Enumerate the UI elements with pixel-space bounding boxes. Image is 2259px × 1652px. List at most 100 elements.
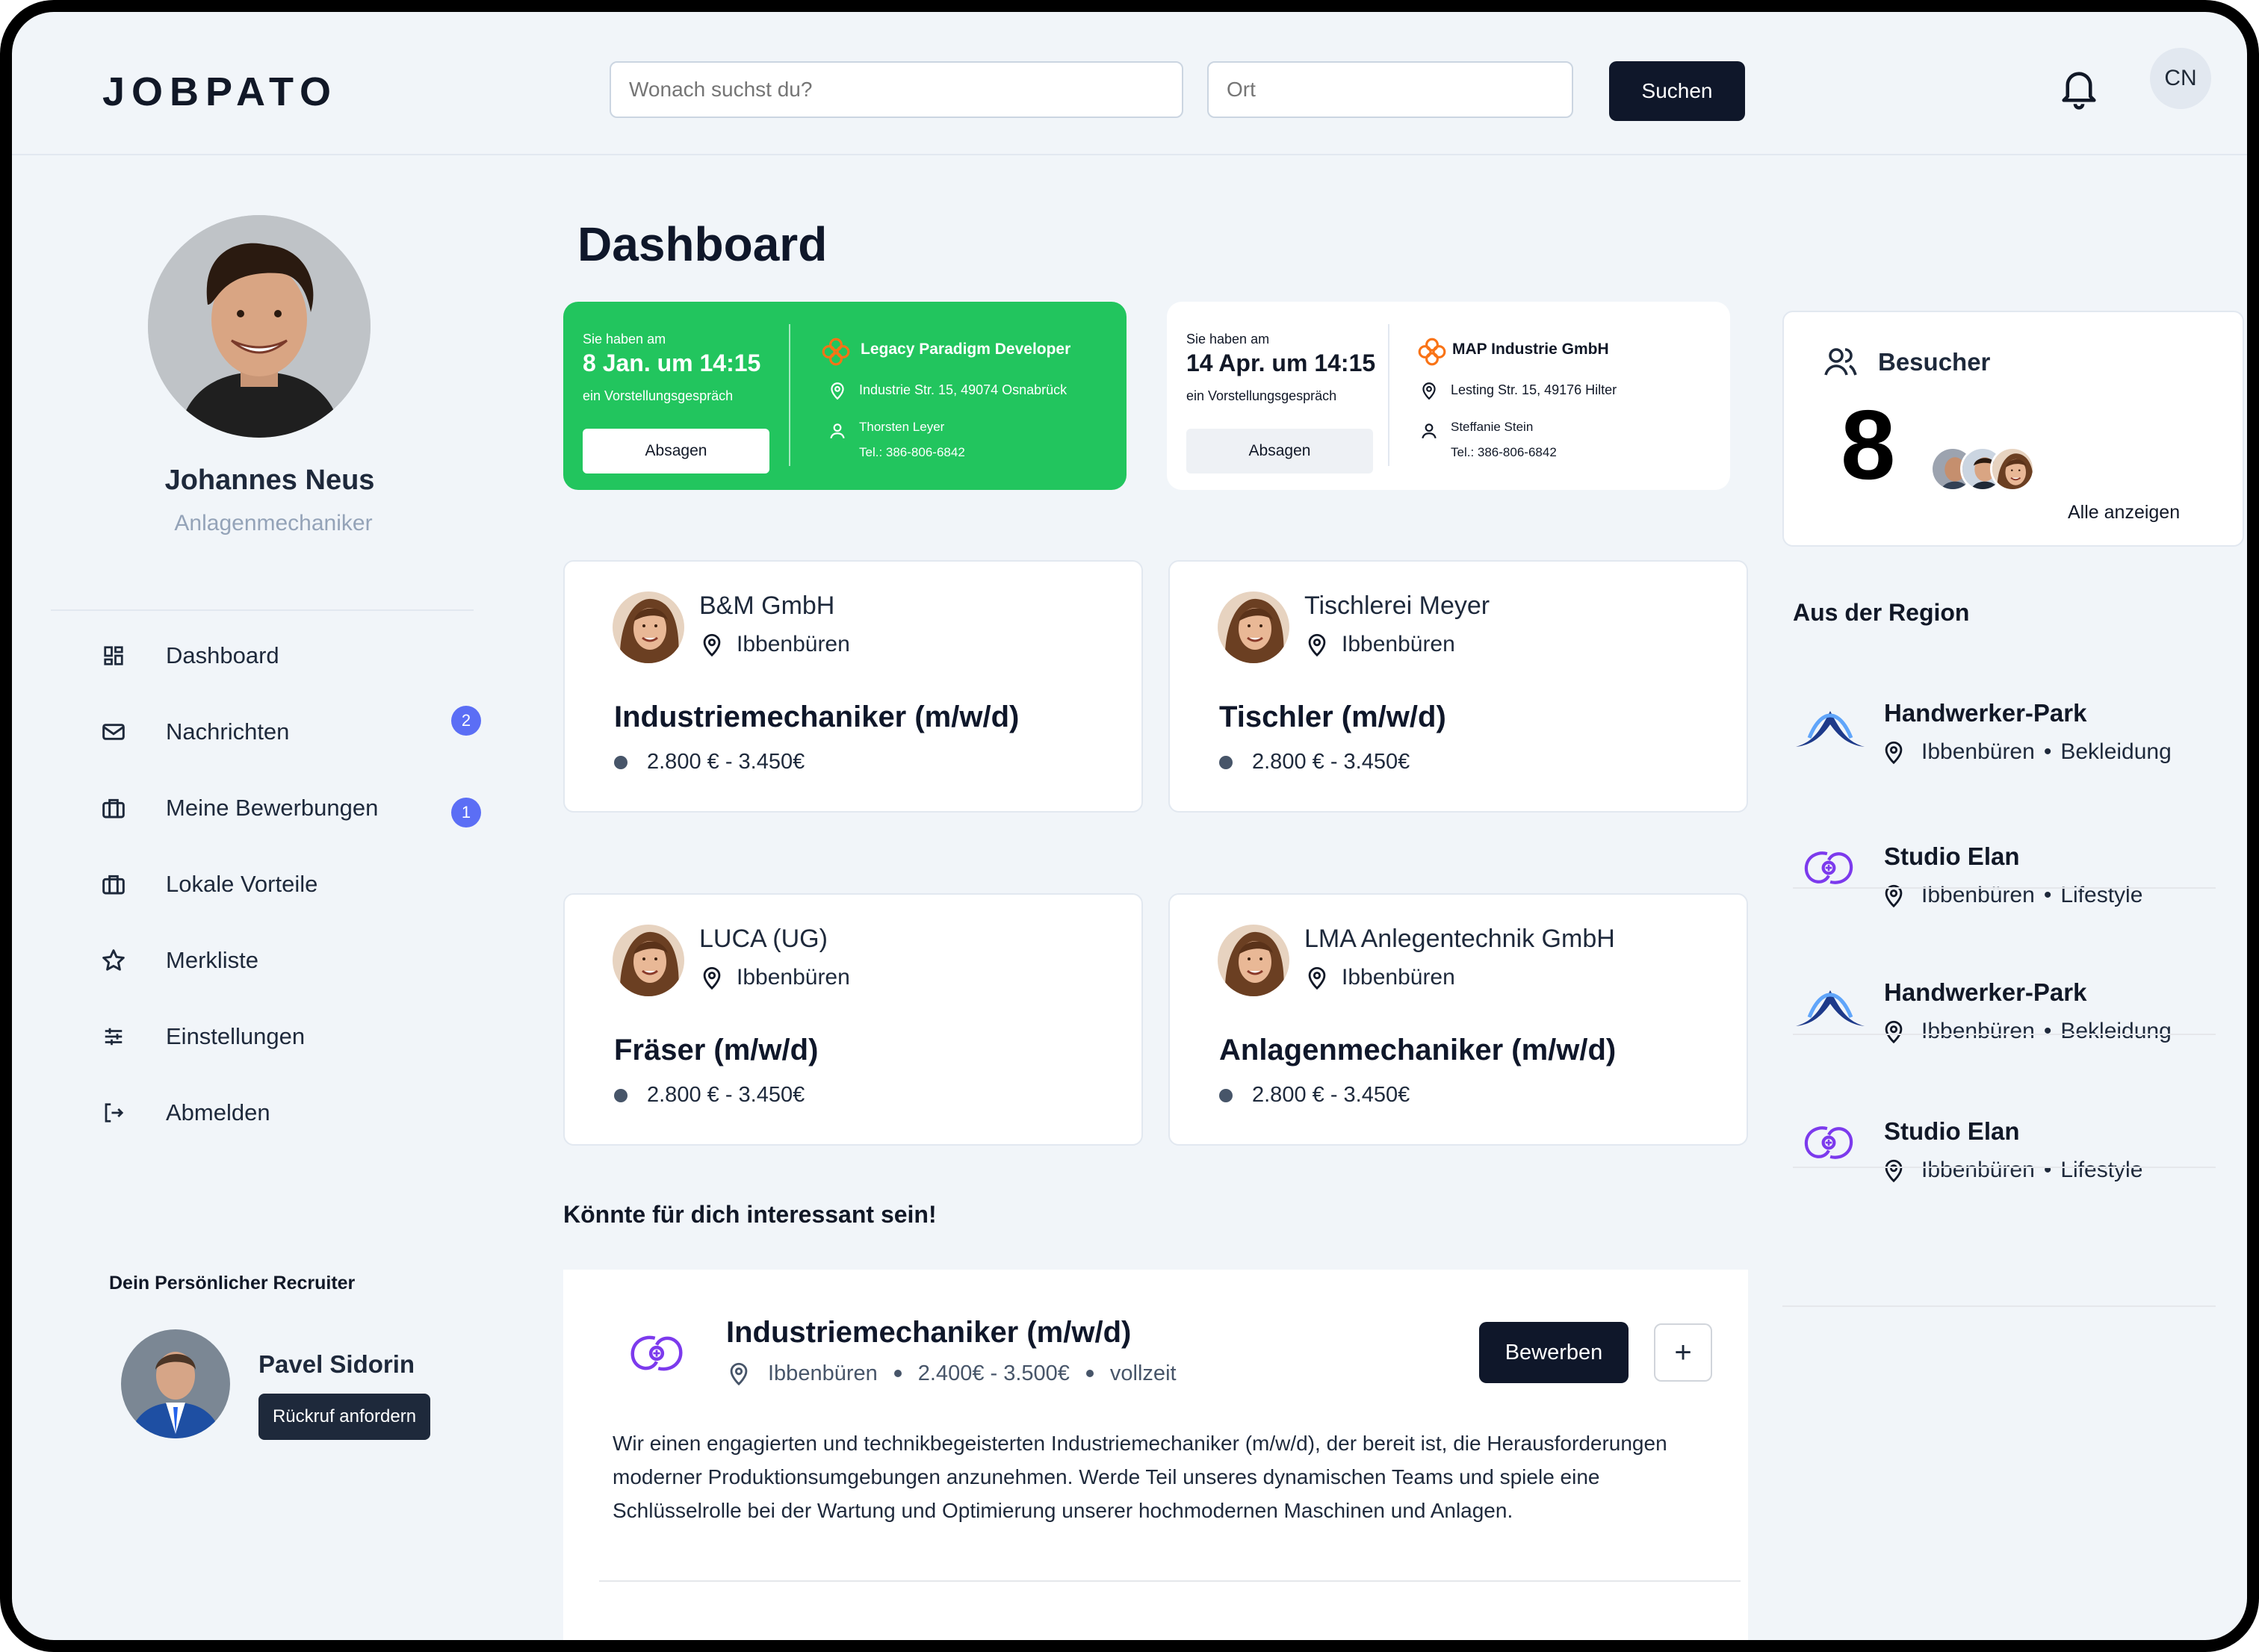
company-avatar <box>1218 591 1289 663</box>
job-card[interactable]: LMA Anlegentechnik GmbH Ibbenbüren Anlag… <box>1168 893 1748 1146</box>
add-to-list-button[interactable]: + <box>1654 1323 1712 1382</box>
job-card[interactable]: B&M GmbH Ibbenbüren Industriemechaniker … <box>563 560 1143 813</box>
job-location-text: Ibbenbüren <box>737 965 850 990</box>
region-item[interactable]: Handwerker-Park Ibbenbüren • Bekleidung <box>1793 969 2241 1089</box>
sidebar-item-bewerbungen[interactable]: Meine Bewerbungen <box>99 786 378 830</box>
job-company: LUCA (UG) <box>699 925 828 953</box>
interview-subtitle: ein Vorstellungsgespräch <box>583 388 734 403</box>
job-location: Ibbenbüren <box>699 965 850 990</box>
interview-card: Sie haben am 8 Jan. um 14:15 ein Vorstel… <box>563 302 1127 490</box>
region-item-location: Ibbenbüren <box>1921 1158 2035 1182</box>
logout-icon <box>99 1098 128 1128</box>
logo[interactable]: JOBPATO <box>102 69 338 115</box>
cancel-interview-button[interactable]: Absagen <box>583 429 769 473</box>
sidebar-item-merkliste[interactable]: Merkliste <box>99 938 258 983</box>
request-callback-button[interactable]: Rückruf anfordern <box>258 1394 430 1440</box>
job-salary-text: 2.800 € - 3.450€ <box>1252 750 1410 774</box>
bullet-dot <box>893 1370 902 1377</box>
person-icon <box>1419 421 1439 441</box>
region-item-name: Handwerker-Park <box>1884 978 2087 1006</box>
job-card[interactable]: LUCA (UG) Ibbenbüren Fräser (m/w/d) 2.80… <box>563 893 1143 1146</box>
region-item[interactable]: Handwerker-Park Ibbenbüren • Bekleidung <box>1793 690 2241 810</box>
region-item-location: Ibbenbüren <box>1921 1019 2035 1043</box>
job-salary: 2.800 € - 3.450€ <box>614 750 805 774</box>
company-logo-icon <box>1797 1119 1860 1167</box>
interview-date: 14 Apr. um 14:15 <box>1186 350 1376 376</box>
job-location: Ibbenbüren <box>1304 632 1455 657</box>
featured-salary: 2.400€ - 3.500€ <box>917 1361 1070 1385</box>
interview-date: 8 Jan. um 14:15 <box>583 350 761 376</box>
sidebar-item-einstellungen[interactable]: Einstellungen <box>99 1014 305 1059</box>
sidebar-item-lokale-vorteile[interactable]: Lokale Vorteile <box>99 862 317 907</box>
show-all-link[interactable]: Alle anzeigen <box>2068 502 2180 524</box>
apply-button[interactable]: Bewerben <box>1479 1322 1629 1383</box>
bell-icon[interactable] <box>2056 64 2102 114</box>
location-pin-icon <box>1881 1158 1906 1183</box>
featured-job-title[interactable]: Industriemechaniker (m/w/d) <box>726 1316 1131 1350</box>
region-divider <box>1782 1305 2216 1307</box>
sidebar-item-label: Meine Bewerbungen <box>166 795 379 821</box>
search-button[interactable]: Suchen <box>1609 61 1745 121</box>
interview-address: Lesting Str. 15, 49176 Hilter <box>1451 382 1617 397</box>
region-heading: Aus der Region <box>1793 599 1970 626</box>
location-pin-icon <box>1304 632 1330 657</box>
location-input[interactable] <box>1207 61 1573 118</box>
job-title: Industriemechaniker (m/w/d) <box>614 701 1020 733</box>
profile-role: Anlagenmechaniker <box>174 511 373 535</box>
separator: • <box>2043 1019 2052 1043</box>
app-window: JOBPATO Suchen CN Johannes Neus Anlagenm… <box>0 0 2259 1652</box>
interview-contact: Steffanie Stein <box>1451 420 1534 434</box>
card-divider <box>1388 324 1389 466</box>
section-heading: Könnte für dich interessant sein! <box>563 1201 937 1228</box>
visitors-title: Besucher <box>1878 348 1991 376</box>
region-item-category: Bekleidung <box>2060 739 2172 764</box>
job-salary-text: 2.800 € - 3.450€ <box>647 750 805 774</box>
interview-phone: Tel.: 386-806-6842 <box>1451 445 1557 459</box>
job-salary: 2.800 € - 3.450€ <box>614 1083 805 1108</box>
item-divider <box>1793 887 2216 889</box>
sliders-icon <box>99 1022 128 1052</box>
featured-job-meta: Ibbenbüren 2.400€ - 3.500€ vollzeit <box>726 1361 1177 1386</box>
location-pin-icon <box>1419 381 1439 400</box>
sidebar-item-abmelden[interactable]: Abmelden <box>99 1090 270 1135</box>
sidebar-item-label: Nachrichten <box>166 718 290 745</box>
job-card[interactable]: Tischlerei Meyer Ibbenbüren Tischler (m/… <box>1168 560 1748 813</box>
location-pin-icon <box>699 965 725 990</box>
job-location-text: Ibbenbüren <box>1342 965 1455 990</box>
region-item[interactable]: Studio Elan Ibbenbüren • Lifestyle <box>1793 1108 2241 1228</box>
profile-name: Johannes Neus <box>164 465 375 496</box>
item-divider <box>1793 1034 2216 1035</box>
company-avatar <box>1218 925 1289 996</box>
location-pin-icon <box>1881 739 1906 765</box>
job-location-text: Ibbenbüren <box>737 632 850 656</box>
company-logo-icon <box>1416 336 1448 367</box>
profile-photo[interactable] <box>148 215 371 438</box>
company-logo-icon <box>623 1328 690 1379</box>
job-salary: 2.800 € - 3.450€ <box>1219 750 1410 774</box>
region-item-meta: Ibbenbüren • Lifestyle <box>1881 1158 2142 1183</box>
mail-icon <box>99 717 128 747</box>
company-avatar <box>613 591 684 663</box>
region-item-category: Lifestyle <box>2060 1158 2143 1182</box>
search-input[interactable] <box>610 61 1183 118</box>
dashboard-icon <box>99 641 128 671</box>
person-icon <box>828 421 847 441</box>
briefcase-icon <box>99 869 128 899</box>
sidebar-item-nachrichten[interactable]: Nachrichten <box>99 709 487 754</box>
star-icon <box>99 945 128 975</box>
location-pin-icon <box>699 632 725 657</box>
user-avatar[interactable]: CN <box>2150 48 2211 109</box>
region-item-location: Ibbenbüren <box>1921 739 2035 764</box>
job-location: Ibbenbüren <box>699 632 850 657</box>
job-company: Tischlerei Meyer <box>1304 591 1490 620</box>
sidebar-item-dashboard[interactable]: Dashboard <box>99 633 279 678</box>
sidebar-item-label: Einstellungen <box>166 1023 306 1049</box>
featured-job-card: Industriemechaniker (m/w/d) Ibbenbüren 2… <box>563 1270 1748 1640</box>
recruiter-heading: Dein Persönlicher Recruiter <box>109 1273 356 1294</box>
sidebar-item-label: Merkliste <box>166 947 259 973</box>
location-pin-icon <box>1304 965 1330 990</box>
cancel-interview-button[interactable]: Absagen <box>1186 429 1373 473</box>
job-company: LMA Anlegentechnik GmbH <box>1304 925 1615 953</box>
region-item[interactable]: Studio Elan Ibbenbüren • Lifestyle <box>1793 833 2241 953</box>
bullet-dot <box>614 1088 628 1102</box>
